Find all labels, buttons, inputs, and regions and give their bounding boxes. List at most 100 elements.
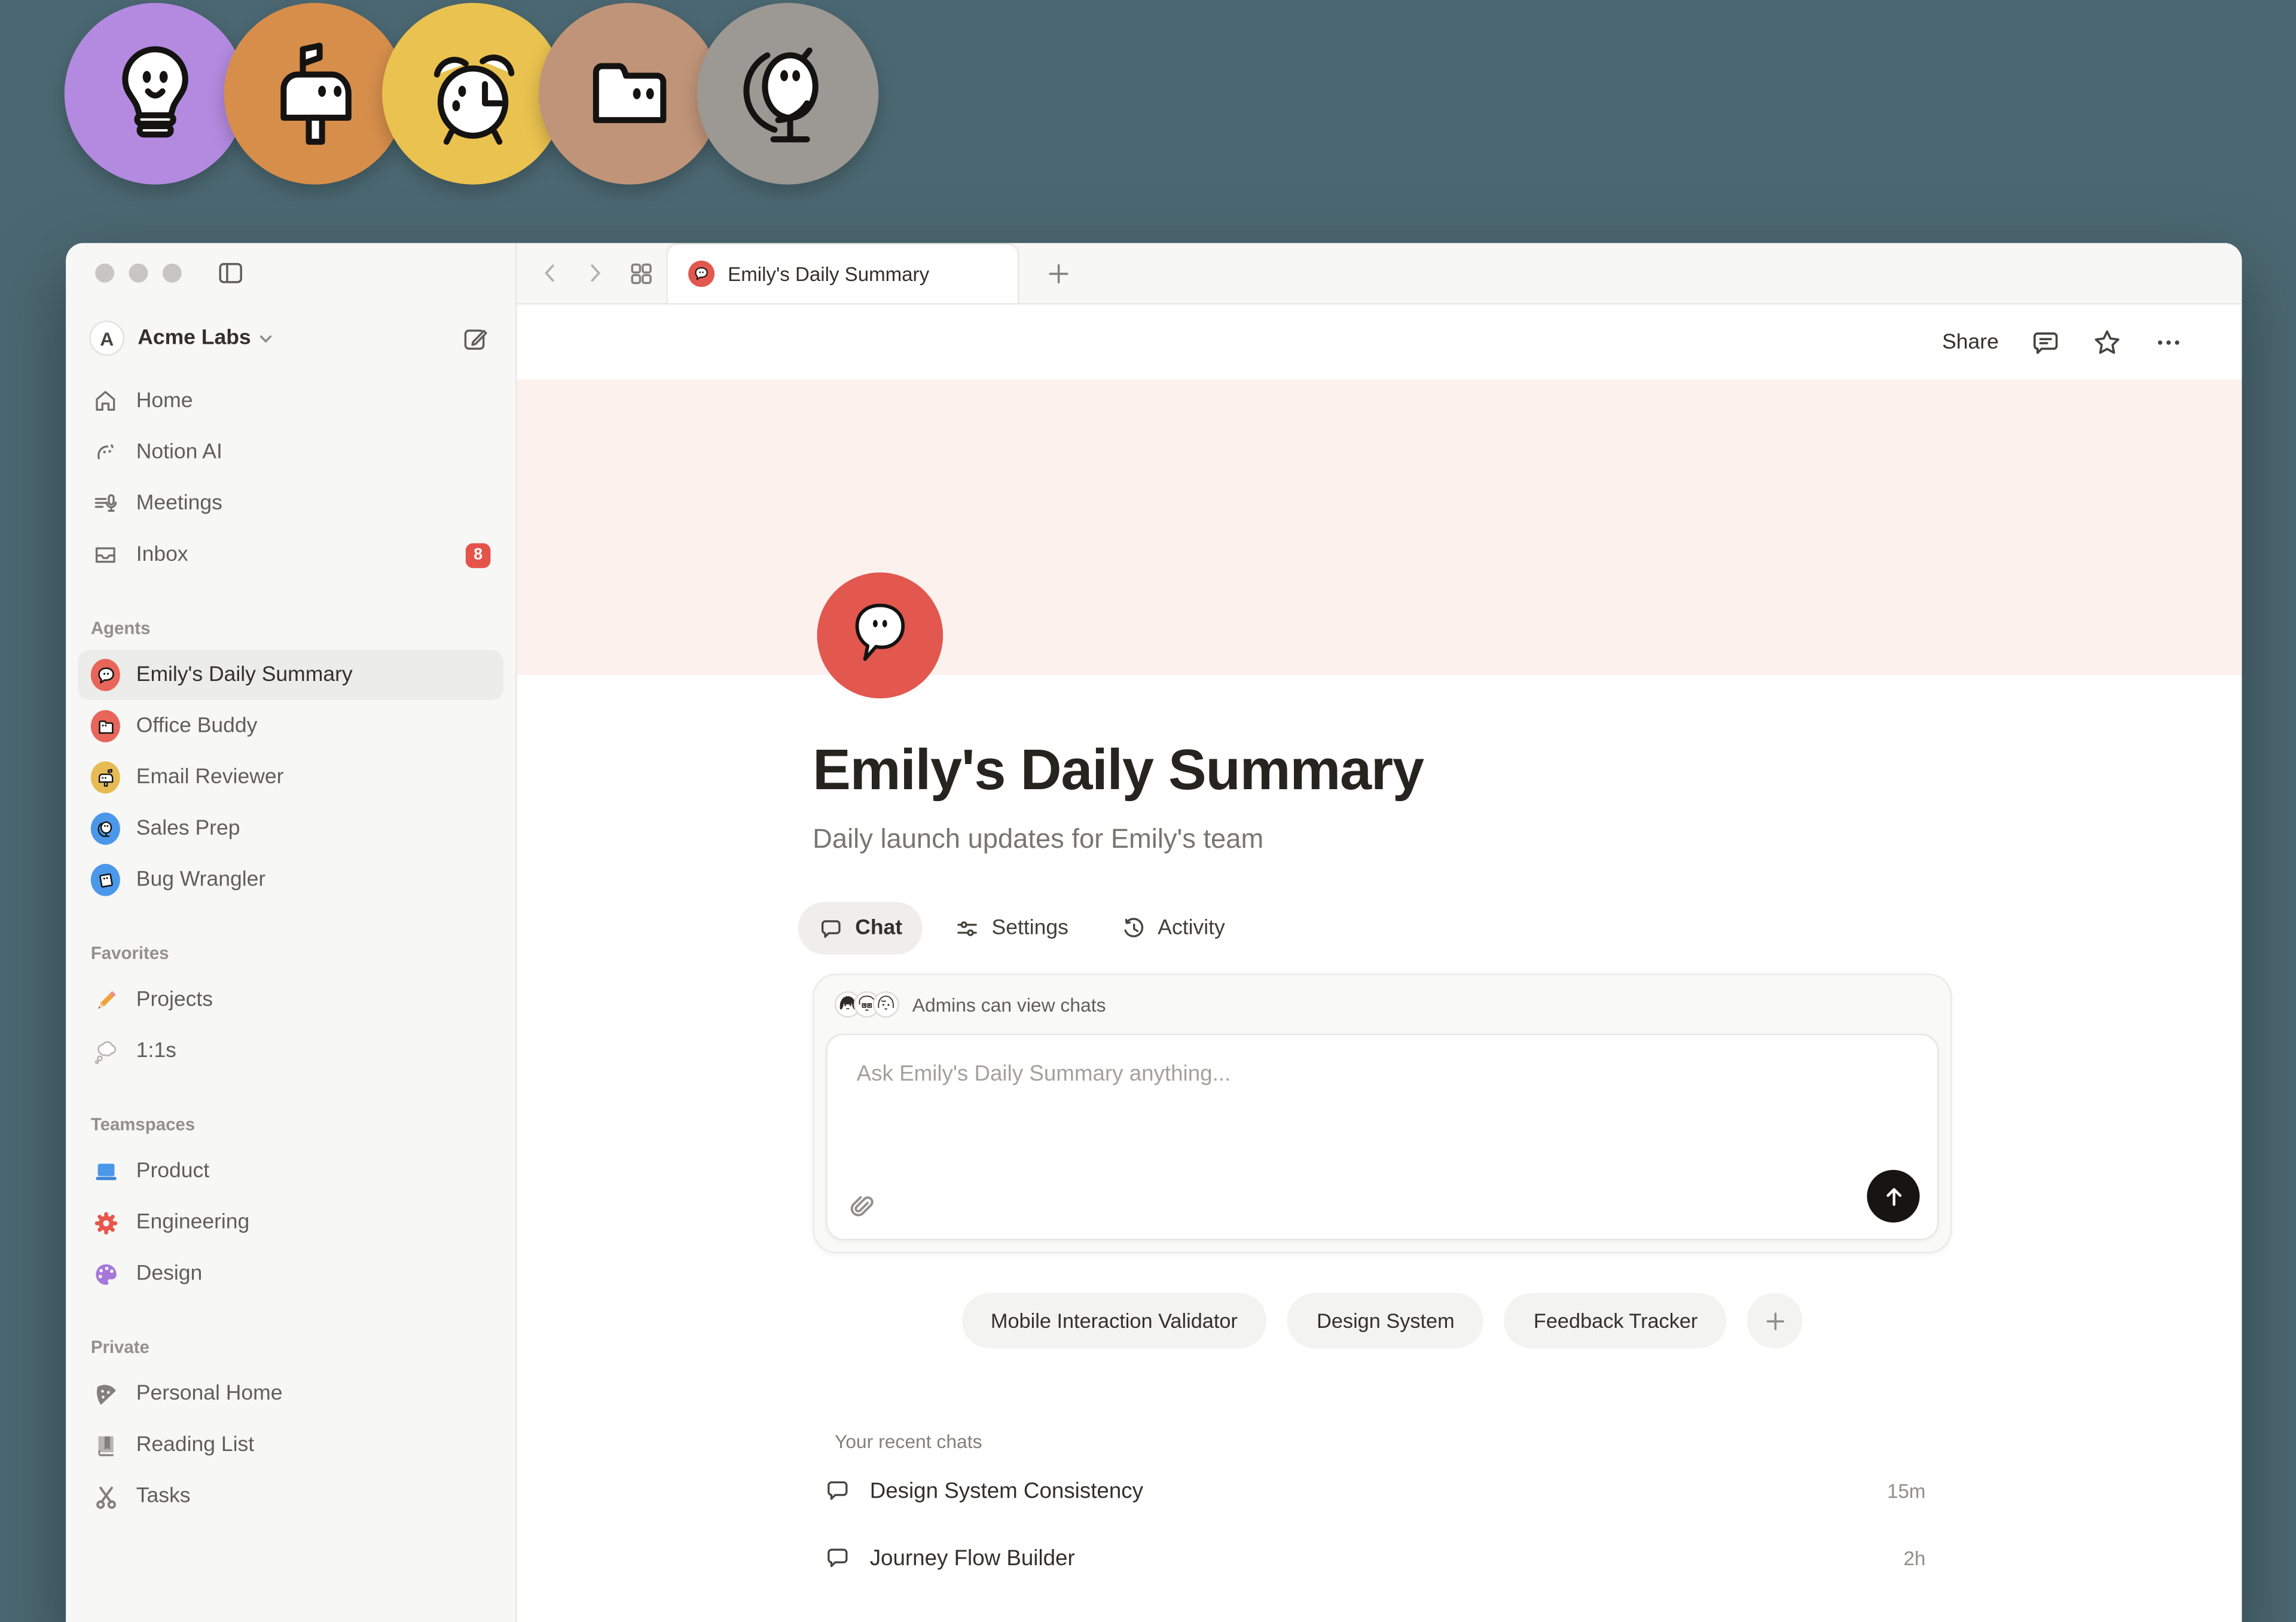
sidebar-item-1-1s[interactable]: 1:1s xyxy=(78,1027,504,1076)
tab-activity[interactable]: Activity xyxy=(1101,902,1245,955)
workspace-avatar: A xyxy=(89,320,124,356)
sidebar-item-office-buddy[interactable]: Office Buddy xyxy=(78,701,504,751)
favorite-star-icon[interactable] xyxy=(2093,327,2122,356)
folder-face-icon xyxy=(539,3,720,185)
page-content: Emily's Daily Summary Daily launch updat… xyxy=(517,379,2242,1622)
pizza-icon xyxy=(91,1379,120,1409)
alarm-clock-face-icon xyxy=(382,3,564,185)
sidebar-item-projects[interactable]: Projects xyxy=(78,975,504,1025)
chip-design-system[interactable]: Design System xyxy=(1287,1293,1484,1348)
sidebar-item-label: Emily's Daily Summary xyxy=(136,663,353,686)
sidebar-item-label: Personal Home xyxy=(136,1382,283,1406)
desktop: A Acme Labs Home xyxy=(0,0,2296,1622)
pencil-icon xyxy=(91,985,120,1015)
chat-bubble-icon xyxy=(825,1545,851,1571)
tab-label: Settings xyxy=(992,917,1068,940)
home-icon xyxy=(91,387,120,416)
tab-settings[interactable]: Settings xyxy=(935,902,1089,955)
gear-icon xyxy=(91,1208,120,1237)
forward-icon[interactable] xyxy=(583,261,608,286)
compose-icon[interactable] xyxy=(461,324,491,352)
zoom-window-button[interactable] xyxy=(163,263,182,282)
notion-ai-face-icon xyxy=(91,438,120,467)
sidebar-item-inbox[interactable]: Inbox 8 xyxy=(78,530,504,580)
new-tab-icon[interactable] xyxy=(1046,243,1072,303)
agent-avatar[interactable] xyxy=(817,573,944,699)
sidebar-item-email-reviewer[interactable]: Email Reviewer xyxy=(78,753,504,802)
comments-icon[interactable] xyxy=(2031,327,2060,356)
tab-agent-favicon xyxy=(688,261,715,287)
minimize-window-button[interactable] xyxy=(129,263,148,282)
sidebar-item-product[interactable]: Product xyxy=(78,1147,504,1196)
sidebar-item-engineering[interactable]: Engineering xyxy=(78,1198,504,1247)
chevron-down-icon xyxy=(258,330,274,346)
section-header-favorites[interactable]: Favorites xyxy=(78,940,504,966)
recent-chats-heading: Your recent chats xyxy=(813,1431,1952,1453)
sidebar-item-personal-home[interactable]: Personal Home xyxy=(78,1369,504,1419)
sidebar-item-sales-prep[interactable]: Sales Prep xyxy=(78,804,504,853)
section-header-teamspaces[interactable]: Teamspaces xyxy=(78,1111,504,1138)
active-tab[interactable]: Emily's Daily Summary xyxy=(666,243,1019,303)
chat-input[interactable] xyxy=(828,1035,1937,1137)
sidebar-nav: Home Notion AI Meetings xyxy=(78,376,504,579)
page-toolbar: Share xyxy=(517,304,2242,379)
sidebar-item-design[interactable]: Design xyxy=(78,1249,504,1299)
share-button[interactable]: Share xyxy=(1942,330,1999,353)
sidebar-toggle-icon[interactable] xyxy=(216,258,245,286)
page-cover[interactable] xyxy=(517,379,2242,675)
chip-feedback-tracker[interactable]: Feedback Tracker xyxy=(1504,1293,1727,1348)
agent-chat-bubble-icon xyxy=(91,660,120,689)
recent-chat-time: 15m xyxy=(1887,1480,1925,1502)
tab-chat[interactable]: Chat xyxy=(798,902,923,955)
suggestion-chips: Mobile Interaction Validator Design Syst… xyxy=(813,1293,1952,1348)
sidebar-item-home[interactable]: Home xyxy=(78,376,504,426)
palette-icon xyxy=(91,1259,120,1288)
tab-label: Chat xyxy=(855,917,902,940)
close-window-button[interactable] xyxy=(95,263,114,282)
section-header-private[interactable]: Private xyxy=(78,1334,504,1360)
tab-overview-grid-icon[interactable] xyxy=(628,260,655,286)
sidebar-item-meetings[interactable]: Meetings xyxy=(78,479,504,529)
laptop-icon xyxy=(91,1157,120,1186)
window-controls xyxy=(78,243,504,302)
tab-title: Emily's Daily Summary xyxy=(728,263,929,285)
agent-page-icon xyxy=(91,865,120,894)
mailbox-face-icon xyxy=(224,3,406,185)
globe-face-icon xyxy=(697,3,879,185)
page-title: Emily's Daily Summary xyxy=(813,740,1952,804)
sidebar-item-notion-ai[interactable]: Notion AI xyxy=(78,427,504,477)
inbox-unread-badge: 8 xyxy=(466,542,491,567)
recent-chat-title: Journey Flow Builder xyxy=(870,1545,1075,1571)
chip-mobile-interaction-validator[interactable]: Mobile Interaction Validator xyxy=(961,1293,1267,1348)
attachment-paperclip-icon[interactable] xyxy=(847,1190,877,1221)
add-suggestion-button[interactable] xyxy=(1748,1293,1803,1348)
section-header-agents[interactable]: Agents xyxy=(78,615,504,642)
sidebar-item-label: Engineering xyxy=(136,1211,250,1234)
sidebar-item-label: Bug Wrangler xyxy=(136,868,265,891)
recent-chat-row[interactable]: Design System Consistency 15m xyxy=(813,1461,1952,1520)
view-tabs: Chat Settings Activity xyxy=(798,902,1952,955)
sidebar-item-reading-list[interactable]: Reading List xyxy=(78,1421,504,1470)
workspace-switcher[interactable]: A Acme Labs xyxy=(78,313,504,363)
sidebar-item-label: Email Reviewer xyxy=(136,766,284,789)
inbox-icon xyxy=(91,540,120,570)
back-icon[interactable] xyxy=(538,261,563,286)
sidebar-item-label: Home xyxy=(136,389,193,413)
main-area: Emily's Daily Summary Share xyxy=(517,243,2242,1622)
recent-chat-time: 2h xyxy=(1904,1547,1926,1569)
sidebar-item-emilys-daily-summary[interactable]: Emily's Daily Summary xyxy=(78,650,504,699)
recent-chats: Your recent chats Design System Consiste… xyxy=(813,1431,1952,1587)
chat-input-card xyxy=(826,1034,1938,1240)
sidebar-item-tasks[interactable]: Tasks xyxy=(78,1471,504,1521)
chat-visibility-notice: Admins can view chats xyxy=(912,994,1106,1016)
agent-mailbox-icon xyxy=(91,763,120,792)
admin-avatar-3 xyxy=(873,991,899,1018)
sidebar-item-label: Projects xyxy=(136,988,213,1012)
send-button[interactable] xyxy=(1867,1170,1919,1223)
more-options-icon[interactable] xyxy=(2154,327,2183,356)
meetings-mic-icon xyxy=(91,489,120,518)
notion-window: A Acme Labs Home xyxy=(66,243,2242,1622)
thought-cloud-icon xyxy=(91,1037,120,1066)
recent-chat-row[interactable]: Journey Flow Builder 2h xyxy=(813,1529,1952,1587)
sidebar-item-bug-wrangler[interactable]: Bug Wrangler xyxy=(78,855,504,905)
